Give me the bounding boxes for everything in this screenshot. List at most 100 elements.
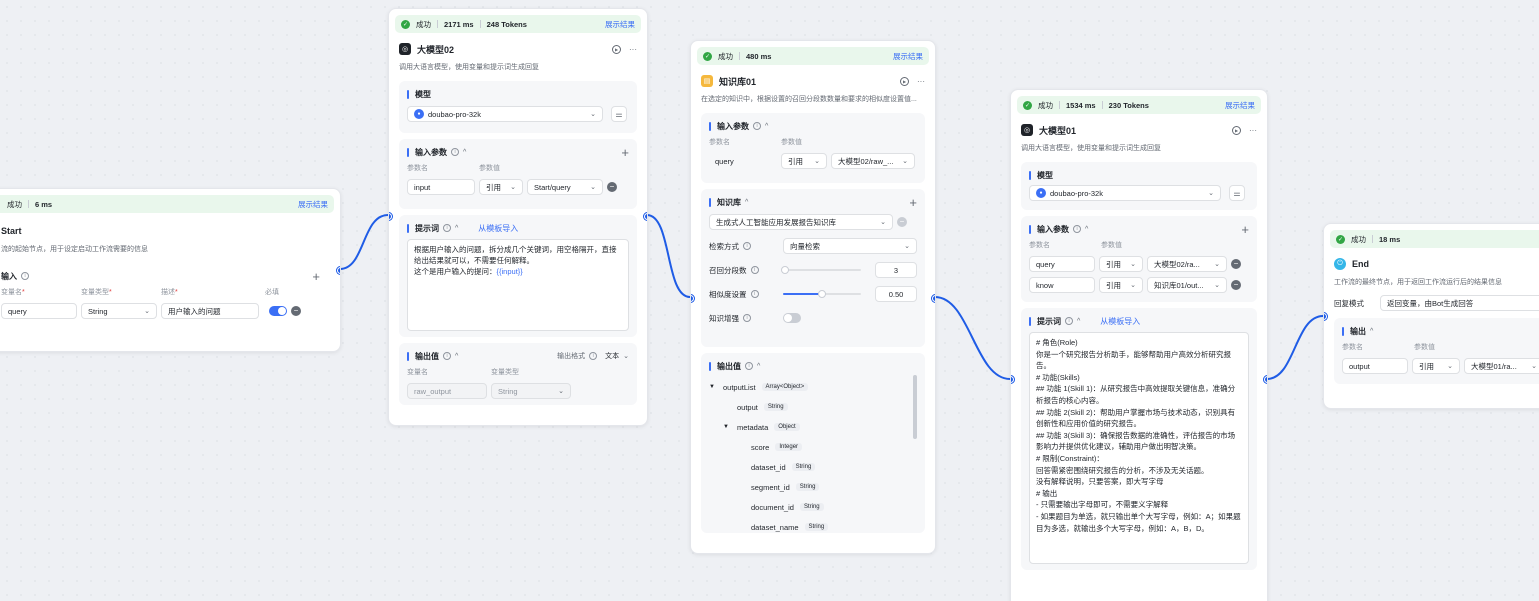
param-value-select[interactable]: 知识库01/out... ⌄ xyxy=(1147,277,1227,293)
show-result-link[interactable]: 展示结果 xyxy=(893,51,923,62)
reply-mode-select[interactable]: 返回变量，由Bot生成回答 xyxy=(1380,295,1539,311)
workflow-canvas[interactable]: 成功 6 ms 展示结果 Start 流的起始节点，用于设定启动工作流需要的信息… xyxy=(0,0,1539,601)
param-value-select[interactable]: 大模型02/raw_... ⌄ xyxy=(831,153,915,169)
run-icon[interactable]: ▶ xyxy=(612,44,621,54)
llm01-node[interactable]: ✓ 成功 1534 ms 230 Tokens 展示结果 ◎ 大模型01 ▶ ·… xyxy=(1010,89,1268,601)
prompt-editor[interactable]: 根据用户输入的问题，拆分成几个关键词，用空格隔开，直接给出结果就可以，不需要任何… xyxy=(407,239,629,331)
remove-row-icon[interactable]: − xyxy=(1231,259,1241,269)
input-port[interactable] xyxy=(1011,376,1014,383)
add-param-icon[interactable]: + xyxy=(621,145,629,160)
var-desc-field[interactable]: 用户输入的问题 xyxy=(161,303,259,319)
model-settings-icon[interactable]: ⚌ xyxy=(1229,185,1245,201)
model-select[interactable]: ● doubao-pro-32k ⌄ xyxy=(407,106,603,122)
recall-count-input[interactable]: 3 xyxy=(875,262,917,278)
ref-type-select[interactable]: 引用 ⌄ xyxy=(1099,256,1143,272)
var-type-select[interactable]: String ⌄ xyxy=(81,303,157,319)
remove-row-icon[interactable]: − xyxy=(607,182,617,192)
end-node[interactable]: ✓ 成功 18 ms ⏻ End 工作流的最终节点，用于返回工作流运行后的结果信… xyxy=(1323,223,1539,409)
col-param-name: 参数名 xyxy=(407,165,428,172)
collapse-icon[interactable]: ^ xyxy=(1077,318,1080,325)
show-result-link[interactable]: 展示结果 xyxy=(605,19,635,30)
more-icon[interactable]: ··· xyxy=(1249,126,1257,135)
input-port[interactable] xyxy=(389,213,392,220)
ref-type-select[interactable]: 引用 ⌄ xyxy=(1099,277,1143,293)
tree-row[interactable]: segment_id String xyxy=(709,477,917,497)
tree-row[interactable]: output String xyxy=(709,397,917,417)
similarity-slider[interactable] xyxy=(783,287,861,301)
chevron-down-icon: ⌄ xyxy=(144,308,150,315)
add-kb-icon[interactable]: + xyxy=(909,195,917,210)
collapse-icon[interactable]: ^ xyxy=(455,353,458,360)
input-port[interactable] xyxy=(1324,313,1327,320)
import-template-link[interactable]: 从模板导入 xyxy=(478,223,518,234)
tree-caret-icon[interactable]: ▼ xyxy=(709,384,717,390)
kb-select[interactable]: 生成式人工智能应用发展报告知识库 ⌄ xyxy=(709,214,893,230)
collapse-icon[interactable]: ^ xyxy=(1370,328,1373,335)
ref-type-value: 引用 xyxy=(486,182,501,192)
more-icon[interactable]: ··· xyxy=(917,77,925,86)
similarity-input[interactable]: 0.50 xyxy=(875,286,917,302)
add-param-icon[interactable]: + xyxy=(312,269,320,284)
model-settings-icon[interactable]: ⚌ xyxy=(611,106,627,122)
start-node[interactable]: 成功 6 ms 展示结果 Start 流的起始节点，用于设定启动工作流需要的信息… xyxy=(0,188,341,352)
param-value-select[interactable]: 大模型01/ra... ⌄ xyxy=(1464,358,1539,374)
kb01-node[interactable]: ✓ 成功 480 ms 展示结果 ▤ 知识库01 ▶ ··· 在选定的知识中，根… xyxy=(690,40,936,554)
tree-row[interactable]: score Integer xyxy=(709,437,917,457)
collapse-icon[interactable]: ^ xyxy=(765,123,768,130)
param-name-field[interactable]: output xyxy=(1342,358,1408,374)
tree-row[interactable]: dataset_name String xyxy=(709,517,917,533)
import-template-link[interactable]: 从模板导入 xyxy=(1100,316,1140,327)
run-icon[interactable]: ▶ xyxy=(1232,125,1241,135)
param-value-select[interactable]: Start/query ⌄ xyxy=(527,179,603,195)
param-name-field[interactable]: know xyxy=(1029,277,1095,293)
tree-row[interactable]: document_id String xyxy=(709,497,917,517)
col-param-name: 参数名 xyxy=(1029,242,1050,249)
tree-field-type: String xyxy=(795,483,820,491)
show-result-link[interactable]: 展示结果 xyxy=(1225,100,1255,111)
ref-type-select[interactable]: 引用 ⌄ xyxy=(1412,358,1460,374)
tree-row[interactable]: dataset_id String xyxy=(709,457,917,477)
collapse-icon[interactable]: ^ xyxy=(463,149,466,156)
output-port[interactable] xyxy=(644,213,647,220)
col-type: 变量类型 xyxy=(81,289,109,296)
enhance-toggle[interactable] xyxy=(783,313,801,323)
run-icon[interactable]: ▶ xyxy=(900,76,909,86)
recall-slider[interactable] xyxy=(780,263,861,277)
required-toggle[interactable] xyxy=(269,306,287,316)
model-select[interactable]: ● doubao-pro-32k ⌄ xyxy=(1029,185,1221,201)
ref-type-select[interactable]: 引用 ⌄ xyxy=(781,153,827,169)
tree-row[interactable]: ▼ outputList Array<Object> xyxy=(709,377,917,397)
param-name-field[interactable]: query xyxy=(1029,256,1095,272)
param-value-select[interactable]: 大模型02/ra... ⌄ xyxy=(1147,256,1227,272)
output-port[interactable] xyxy=(1264,376,1267,383)
input-port[interactable] xyxy=(691,295,694,302)
more-icon[interactable]: ··· xyxy=(629,45,637,54)
tree-caret-icon[interactable]: ▼ xyxy=(723,424,731,430)
prompt-editor[interactable]: # 角色(Role) 你是一个研究报告分析助手，能够帮助用户高效分析研究报告。 # … xyxy=(1029,332,1249,564)
collapse-icon[interactable]: ^ xyxy=(757,363,760,370)
ref-type-select[interactable]: 引用 ⌄ xyxy=(479,179,523,195)
output-port[interactable] xyxy=(932,295,935,302)
var-name-field[interactable]: query xyxy=(1,303,77,319)
param-name-field[interactable]: input xyxy=(407,179,475,195)
collapse-icon[interactable]: ^ xyxy=(455,225,458,232)
collapse-icon[interactable]: ^ xyxy=(1085,226,1088,233)
slider-knob[interactable] xyxy=(780,266,789,274)
chevron-down-icon: ⌄ xyxy=(510,184,516,191)
add-param-icon[interactable]: + xyxy=(1241,222,1249,237)
search-mode-select[interactable]: 向量检索 ⌄ xyxy=(783,238,917,254)
tree-row[interactable]: ▼ metadata Object xyxy=(709,417,917,437)
collapse-icon[interactable]: ^ xyxy=(745,199,748,206)
section-marker xyxy=(709,197,711,207)
scrollbar[interactable] xyxy=(913,375,917,439)
param-name-value: know xyxy=(1036,280,1054,290)
remove-kb-icon[interactable]: − xyxy=(897,217,907,227)
col-param-name: 参数名 xyxy=(1342,344,1363,351)
output-port[interactable] xyxy=(337,267,340,274)
slider-knob[interactable] xyxy=(818,290,826,298)
output-format-select[interactable]: 文本 xyxy=(605,351,619,361)
llm02-node[interactable]: ✓ 成功 2171 ms 248 Tokens 展示结果 ◎ 大模型02 ▶ ·… xyxy=(388,8,648,426)
remove-row-icon[interactable]: − xyxy=(1231,280,1241,290)
remove-row-icon[interactable]: − xyxy=(291,306,301,316)
show-result-link[interactable]: 展示结果 xyxy=(298,199,328,210)
